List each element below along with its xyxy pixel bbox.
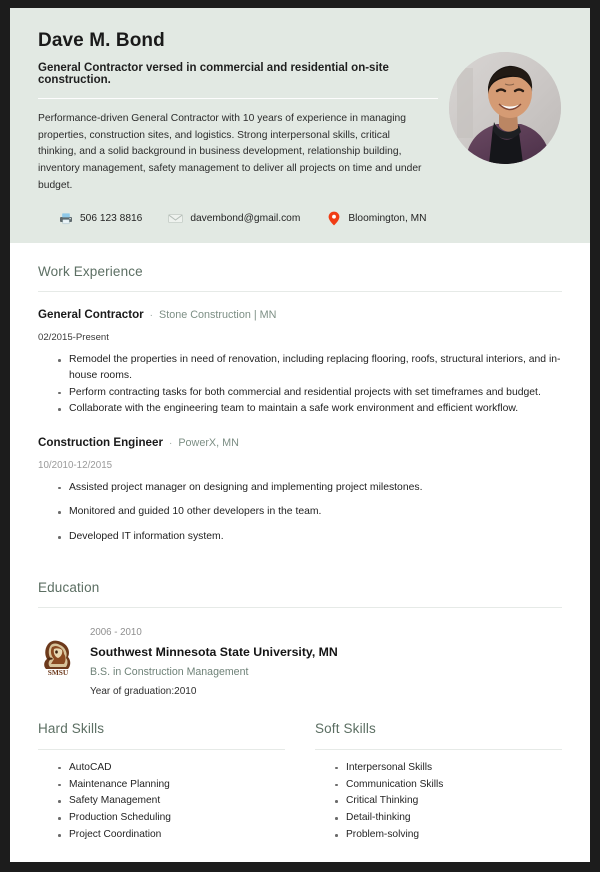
list-item: Maintenance Planning [58, 777, 285, 794]
job-bullet-list: Remodel the properties in need of renova… [38, 352, 562, 416]
job-bullet-list: Assisted project manager on designing an… [38, 480, 562, 545]
section-title-work-experience: Work Experience [38, 264, 143, 280]
section-skills: Hard Skills AutoCAD Maintenance Planning… [38, 697, 562, 845]
section-divider [315, 748, 562, 750]
list-item: Assisted project manager on designing an… [58, 480, 562, 496]
contact-location[interactable]: Bloomington, MN [326, 211, 427, 226]
job-date: 10/2010-12/2015 [38, 459, 113, 471]
job-separator: · [168, 437, 173, 449]
list-item: Remodel the properties in need of renova… [58, 352, 562, 383]
list-item: AutoCAD [58, 760, 285, 777]
contact-phone-value: 506 123 8816 [80, 212, 143, 224]
section-work-experience: Work Experience General Contractor · Sto… [38, 243, 562, 544]
education-graduation-year: Year of graduation:2010 [90, 685, 197, 697]
phone-icon [58, 211, 73, 225]
education-years: 2006 - 2010 [90, 626, 142, 638]
list-item: Production Scheduling [58, 810, 285, 827]
section-title-soft-skills: Soft Skills [315, 720, 376, 736]
list-item: Interpersonal Skills [335, 760, 562, 777]
smsu-logo-text: SMSU [48, 668, 69, 677]
list-item: Project Coordination [58, 827, 285, 844]
professional-summary: Performance-driven General Contractor wi… [38, 113, 422, 191]
map-pin-icon [326, 211, 341, 226]
job-date: 02/2015-Present [38, 332, 109, 344]
job-entry: General Contractor · Stone Construction … [38, 294, 562, 416]
job-separator: · [149, 310, 154, 322]
profile-photo-illustration [449, 52, 561, 164]
job-company: Stone Construction | MN [159, 309, 277, 322]
resume-header: Dave M. Bond General Contractor versed i… [10, 8, 590, 244]
job-entry: Construction Engineer · PowerX, MN 10/20… [38, 418, 562, 545]
list-item: Monitored and guided 10 other developers… [58, 504, 562, 520]
contact-phone[interactable]: 506 123 8816 [58, 211, 142, 225]
contact-email-value: davembond@gmail.com [190, 212, 301, 224]
education-entry: SMSU 2006 - 2010 Southwest Minnesota Sta… [38, 610, 562, 697]
envelope-icon [168, 211, 184, 225]
job-company: PowerX, MN [178, 436, 239, 449]
job-heading: Construction Engineer · PowerX, MN [38, 436, 562, 449]
list-item: Critical Thinking [335, 793, 562, 810]
avatar [449, 52, 561, 164]
resume-page-frame: Dave M. Bond General Contractor versed i… [0, 0, 600, 872]
section-title-hard-skills: Hard Skills [38, 720, 105, 736]
smsu-mustang-logo: SMSU [38, 627, 82, 682]
job-heading: General Contractor · Stone Construction … [38, 308, 562, 321]
section-education: Education SMSU 2006 - 2010 Southwest Min… [38, 554, 562, 697]
section-title-education: Education [38, 579, 100, 595]
header-text-block: Dave M. Bond General Contractor versed i… [38, 30, 438, 194]
page-title: Dave M. Bond [38, 30, 165, 51]
list-item: Detail-thinking [335, 810, 562, 827]
job-title: Construction Engineer [38, 435, 163, 449]
resume-sheet: Dave M. Bond General Contractor versed i… [10, 8, 590, 862]
section-divider [38, 748, 285, 750]
list-item: Communication Skills [335, 777, 562, 794]
list-item: Developed IT information system. [58, 529, 562, 545]
education-school: Southwest Minnesota State University, MN [90, 644, 338, 659]
professional-headline: General Contractor versed in commercial … [38, 62, 389, 86]
education-details: 2006 - 2010 Southwest Minnesota State Un… [82, 627, 338, 697]
section-divider [38, 606, 562, 608]
hard-skills-list: AutoCAD Maintenance Planning Safety Mana… [38, 760, 285, 845]
contact-email[interactable]: davembond@gmail.com [168, 211, 300, 225]
header-divider [38, 98, 438, 99]
soft-skills-list: Interpersonal Skills Communication Skill… [315, 760, 562, 845]
contact-location-value: Bloomington, MN [348, 212, 427, 224]
job-title: General Contractor [38, 308, 144, 322]
contact-row: 506 123 8816 davembond@gmail.com Bloomin… [38, 211, 562, 226]
education-degree: B.S. in Construction Management [90, 665, 249, 678]
resume-body: Work Experience General Contractor · Sto… [10, 243, 590, 844]
list-item: Problem-solving [335, 827, 562, 844]
section-hard-skills: Hard Skills AutoCAD Maintenance Planning… [38, 721, 285, 845]
list-item: Perform contracting tasks for both comme… [58, 385, 562, 401]
section-soft-skills: Soft Skills Interpersonal Skills Communi… [315, 721, 562, 845]
list-item: Safety Management [58, 793, 285, 810]
section-divider [38, 291, 562, 293]
list-item: Collaborate with the engineering team to… [58, 401, 562, 417]
